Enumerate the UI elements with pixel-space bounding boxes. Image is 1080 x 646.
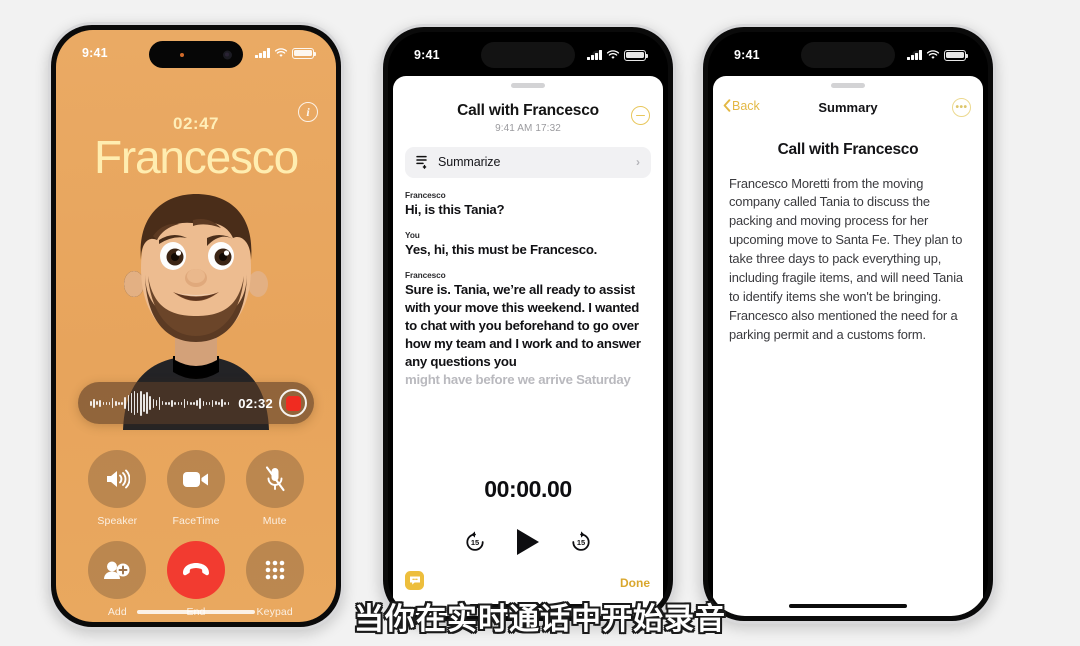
status-indicators [587,49,649,61]
phone3-status-bar: 9:41 [708,32,988,70]
sheet-grabber[interactable] [831,83,865,88]
video-camera-icon [182,471,208,487]
collapse-icon[interactable] [631,106,650,125]
transcript-text: Hi, is this Tania? [405,201,505,217]
transcript-entry: Francesco Sure is. Tania, we’re all read… [405,270,651,389]
speaker-label: Speaker [97,515,138,527]
summarize-row[interactable]: Summarize › [405,146,651,178]
transcript-speaker: Francesco [405,189,446,200]
more-options-icon[interactable]: ••• [952,97,971,117]
status-time: 9:41 [82,46,108,60]
speaker-icon [107,469,131,489]
cellular-signal-icon [587,50,602,60]
speaker-button[interactable]: Speaker [78,450,157,527]
transcript-text-partial: might have before we arrive Saturday [405,372,631,388]
phone2-bezel: 9:41 Call with Francesco 9:41 AM 17:32 S… [383,27,673,621]
mute-knob [245,450,304,508]
transcript-entry: Francesco Hi, is this Tania? [405,190,651,219]
caller-name: Francesco [94,131,299,183]
end-knob [166,541,225,599]
summarize-icon [416,155,427,169]
microphone-muted-icon [265,466,285,492]
stop-recording-icon[interactable] [279,389,307,417]
sheet-grabber[interactable] [511,83,545,88]
transcript-speaker: Francesco [405,269,446,280]
call-subtitle: 9:41 AM 17:32 [495,122,561,134]
back-label: Back [732,98,760,113]
call-controls-grid: Speaker FaceTime Mute Add Keypad [56,450,336,618]
playback-time: 00:00.00 [484,476,572,502]
phone2-screen: 9:41 Call with Francesco 9:41 AM 17:32 S… [388,32,668,616]
speaker-knob [88,450,147,508]
back-button[interactable]: Back [723,99,760,113]
skip-back-15-button[interactable]: 15 [463,530,487,554]
play-icon[interactable] [517,529,539,555]
skip-back-label: 15 [470,538,480,548]
phone-in-call: 9:41 i 02:47 Francesco 02:32 Speaker Fac… [48,22,344,630]
audio-waveform [90,390,229,416]
transcript-entry: You Yes, hi, this must be Francesco. [405,230,651,259]
battery-icon [944,49,969,61]
transcript-text: Yes, hi, this must be Francesco. [405,241,598,257]
call-title: Call with Francesco [457,101,599,119]
status-time: 9:41 [734,48,760,62]
summary-sheet: Back Summary ••• Call with Francesco Fra… [713,76,983,616]
end-call-icon [182,563,209,576]
wifi-icon [926,50,940,59]
cellular-signal-icon [255,48,270,58]
screenshot-stage: 9:41 i 02:47 Francesco 02:32 Speaker Fac… [0,0,1080,646]
summary-heading: Call with Francesco [777,140,919,158]
phone-call-transcript: 9:41 Call with Francesco 9:41 AM 17:32 S… [380,24,676,624]
done-button[interactable]: Done [620,576,650,590]
recording-duration: 02:32 [238,395,273,411]
mute-button[interactable]: Mute [235,450,314,527]
skip-forward-label: 15 [576,538,586,548]
facetime-label: FaceTime [172,515,220,527]
recording-pill[interactable]: 02:32 [78,382,314,424]
phone3-bezel: 9:41 Back Summary ••• Call with Francesc… [703,27,993,621]
summary-navbar: Back Summary ••• [713,96,983,126]
keypad-icon [265,560,284,580]
cellular-signal-icon [907,50,922,60]
phone1-screen: 9:41 i 02:47 Francesco 02:32 Speaker Fac… [56,30,336,622]
add-knob [88,541,147,599]
wifi-icon [274,48,288,57]
facetime-knob [166,450,225,508]
transcript-speaker: You [405,229,420,240]
transcript-text: Sure is. Tania, we’re all ready to assis… [405,281,641,369]
keypad-knob [245,541,304,599]
phone-summary: 9:41 Back Summary ••• Call with Francesc… [700,24,996,624]
summarize-label: Summarize [438,155,501,169]
battery-icon [292,47,317,59]
battery-icon [624,49,649,61]
chevron-left-icon [723,99,731,112]
phone1-status-bar: 9:41 [56,30,336,68]
add-person-icon [104,561,130,579]
chevron-right-icon: › [636,155,640,169]
video-subtitle: 当你在实时通话中开始录音 [354,602,726,637]
facetime-button[interactable]: FaceTime [157,450,236,527]
audio-player: 00:00.00 15 15 [393,476,663,555]
transcript-list: Francesco Hi, is this Tania? You Yes, hi… [393,178,663,390]
chat-bubble-glyph [409,576,420,585]
phone2-status-bar: 9:41 [388,32,668,70]
wifi-icon [606,50,620,59]
status-indicators [255,47,317,59]
transcript-sheet: Call with Francesco 9:41 AM 17:32 Summar… [393,76,663,616]
phone1-bezel: 9:41 i 02:47 Francesco 02:32 Speaker Fac… [51,25,341,627]
playback-controls: 15 15 [393,529,663,555]
chat-bubble-icon[interactable] [405,571,424,590]
skip-forward-15-button[interactable]: 15 [569,530,593,554]
phone3-screen: 9:41 Back Summary ••• Call with Francesc… [708,32,988,616]
mute-label: Mute [262,515,287,527]
status-time: 9:41 [414,48,440,62]
status-indicators [907,49,969,61]
summary-body: Francesco Moretti from the moving compan… [729,175,963,343]
